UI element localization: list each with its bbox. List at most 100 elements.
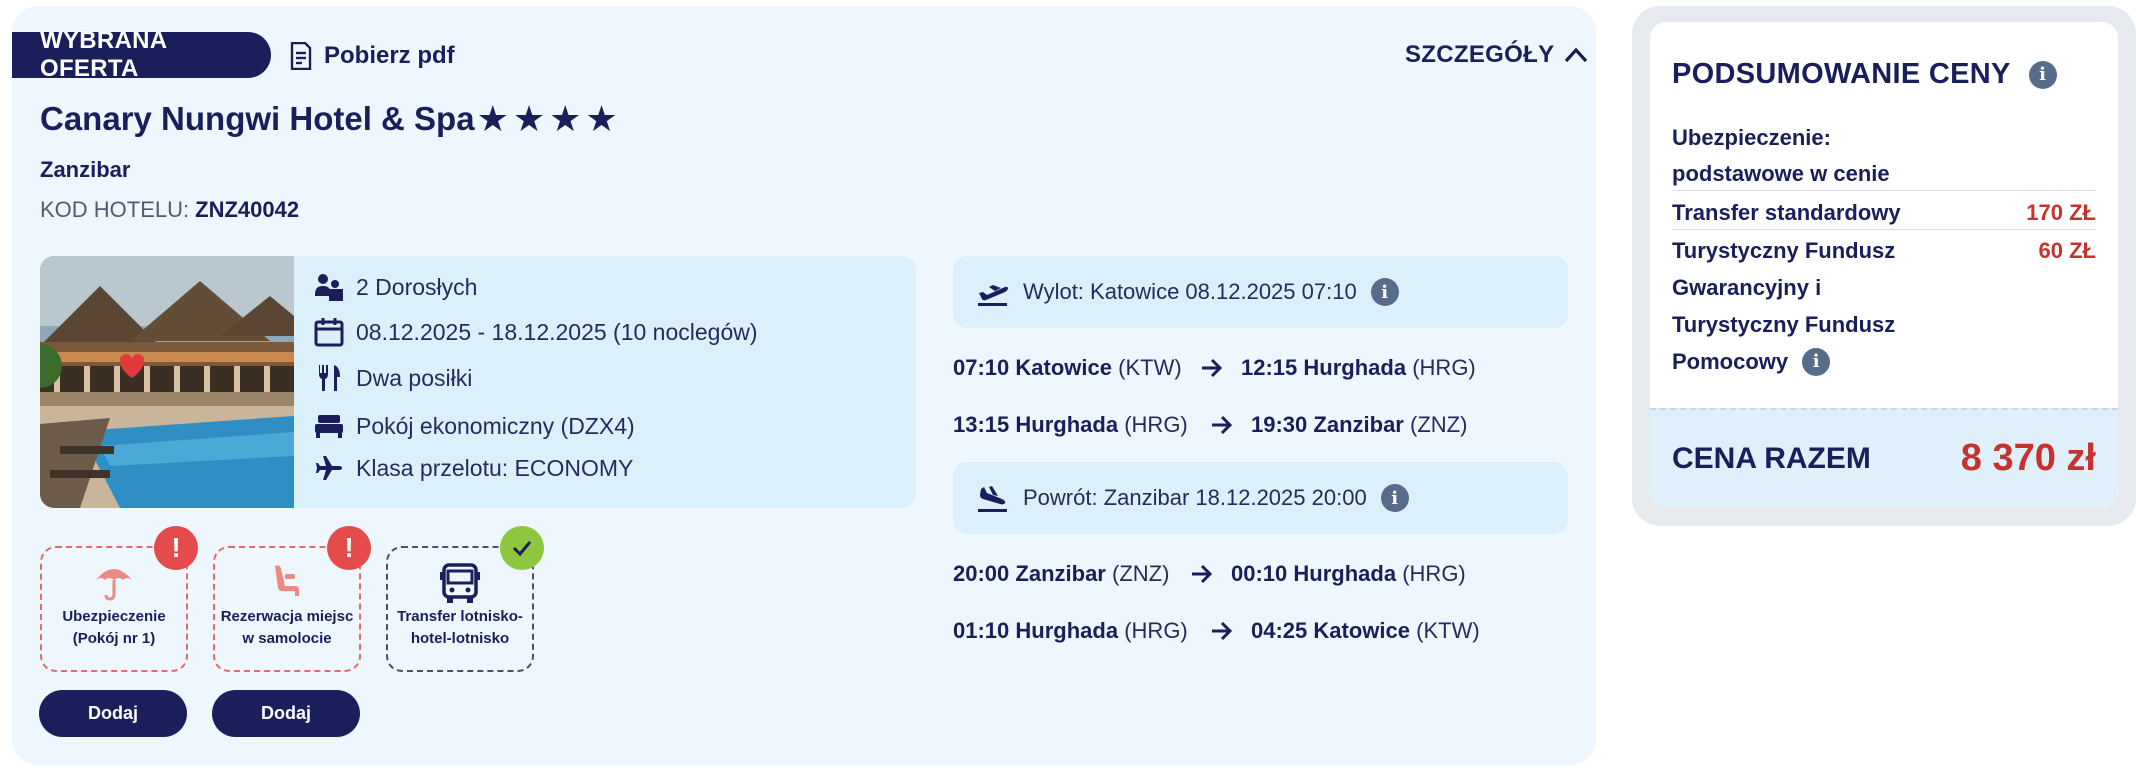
divider xyxy=(1672,190,2096,191)
insurance-line: podstawowe w cenie xyxy=(1672,156,2096,192)
segment-to-city: Hurghada xyxy=(1303,355,1407,380)
fund-price: 60 ZŁ xyxy=(2038,238,2096,263)
segment-from-city: Katowice xyxy=(1015,355,1112,380)
flight-segment: 01:10 Hurghada (HRG) 04:25 Katowice (KTW… xyxy=(953,614,1480,648)
hotel-photo-illustration xyxy=(40,256,294,508)
extra-seat-reservation[interactable]: ! Rezerwacja miejsc w samolocie xyxy=(213,526,371,672)
info-icon[interactable]: i xyxy=(2028,60,2057,89)
info-icon[interactable]: i xyxy=(1380,484,1409,512)
extra-label-line: Transfer lotnisko- xyxy=(397,608,523,625)
umbrella-icon xyxy=(96,569,132,601)
flight-segment: 13:15 Hurghada (HRG) 19:30 Zanzibar (ZNZ… xyxy=(953,408,1467,442)
hotel-stars: ★ ★ ★ ★ xyxy=(477,101,622,137)
segment-to-time: 04:25 xyxy=(1251,618,1308,643)
total-price-row: CENA RAZEM 8 370 zł xyxy=(1650,408,2118,507)
star-icon: ★ xyxy=(512,98,546,139)
extra-label-line: w samolocie xyxy=(242,630,332,647)
hotel-photo[interactable] xyxy=(40,256,294,508)
download-pdf-label: Pobierz pdf xyxy=(324,42,455,69)
fund-label: Gwarancyjny i xyxy=(1672,275,1822,300)
return-header-text: Powrót: Zanzibar 18.12.2025 20:00 xyxy=(1023,485,1367,510)
fund-label: Pomocowy xyxy=(1672,349,1789,374)
info-icon[interactable]: i xyxy=(1370,278,1399,306)
hotel-name-text: Canary Nungwi Hotel & Spa xyxy=(40,100,475,137)
fund-label: Turystyczny Fundusz xyxy=(1672,238,1896,263)
travellers-text: 2 Dorosłych xyxy=(356,273,478,300)
insurance-value: podstawowe w cenie xyxy=(1672,161,1890,186)
segment-to-time: 12:15 xyxy=(1241,355,1298,380)
plane-landing-icon xyxy=(978,486,1007,512)
segment-from-code: (HRG) xyxy=(1124,618,1188,643)
people-icon xyxy=(314,272,344,302)
flight-segment: 07:10 Katowice (KTW) 12:15 Hurghada (HRG… xyxy=(953,351,1476,385)
segment-from-city: Hurghada xyxy=(1015,618,1119,643)
alert-badge: ! xyxy=(154,526,198,570)
bed-icon xyxy=(314,411,344,441)
plane-icon xyxy=(314,453,344,483)
segment-to-city: Zanzibar xyxy=(1313,412,1404,437)
segment-from-city: Zanzibar xyxy=(1015,561,1106,586)
segment-from-time: 01:10 xyxy=(953,618,1010,643)
check-badge xyxy=(500,526,544,570)
segment-to-code: (KTW) xyxy=(1416,618,1480,643)
transfer-price: 170 ZŁ xyxy=(2026,200,2096,225)
details-toggle[interactable]: SZCZEGÓŁY xyxy=(1405,37,1588,73)
departure-header: Wylot: Katowice 08.12.2025 07:10 i xyxy=(953,256,1568,328)
segment-to-code: (HRG) xyxy=(1402,561,1466,586)
check-icon xyxy=(512,541,532,557)
extra-label-line: (Pokój nr 1) xyxy=(72,630,156,647)
segment-to-time: 19:30 xyxy=(1251,412,1308,437)
segment-from-time: 13:15 xyxy=(953,412,1010,437)
arrow-right-icon xyxy=(1192,564,1213,584)
total-price: 8 370 zł xyxy=(1960,437,2096,479)
segment-to-time: 00:10 xyxy=(1231,561,1288,586)
flight-class-text: Klasa przelotu: ECONOMY xyxy=(356,454,634,481)
hotel-code-label: KOD HOTELU: xyxy=(40,197,190,222)
segment-to-city: Hurghada xyxy=(1293,561,1397,586)
alert-badge: ! xyxy=(327,526,371,570)
segment-to-code: (HRG) xyxy=(1412,355,1476,380)
fund-label: Turystyczny Fundusz xyxy=(1672,312,1896,337)
segment-from-time: 07:10 xyxy=(953,355,1010,380)
calendar-icon xyxy=(314,317,344,347)
plane-takeoff-icon xyxy=(978,285,1008,306)
star-icon: ★ xyxy=(476,98,509,139)
download-pdf-link[interactable]: Pobierz pdf xyxy=(290,38,455,74)
bus-icon xyxy=(440,563,480,603)
add-seat-button[interactable]: Dodaj xyxy=(212,690,360,737)
arrow-right-icon xyxy=(1202,358,1223,378)
dates-row: 08.12.2025 - 18.12.2025 (10 noclegów) xyxy=(314,313,758,351)
segment-from-code: (KTW) xyxy=(1118,355,1182,380)
departure-header-text: Wylot: Katowice 08.12.2025 07:10 xyxy=(1023,279,1357,304)
star-icon: ★ xyxy=(549,98,582,139)
room-text: Pokój ekonomiczny (DZX4) xyxy=(356,412,635,439)
segment-from-code: (HRG) xyxy=(1124,412,1188,437)
extra-transfer-label: Transfer lotnisko- hotel-lotnisko xyxy=(397,606,523,650)
destination: Zanzibar xyxy=(40,157,131,182)
extra-transfer[interactable]: Transfer lotnisko- hotel-lotnisko xyxy=(386,526,544,672)
fund-line: Gwarancyjny i xyxy=(1672,270,2096,306)
extra-label-line: hotel-lotnisko xyxy=(410,630,510,647)
dates-text: 08.12.2025 - 18.12.2025 (10 noclegów) xyxy=(356,318,758,345)
cutlery-icon xyxy=(314,363,344,393)
flight-class-row: Klasa przelotu: ECONOMY xyxy=(314,449,633,487)
info-icon[interactable]: i xyxy=(1802,348,1831,376)
star-icon: ★ xyxy=(585,98,618,139)
extra-seat-label: Rezerwacja miejsc w samolocie xyxy=(221,606,354,650)
fund-line: Pomocowy i xyxy=(1672,344,2096,380)
segment-from-city: Hurghada xyxy=(1015,412,1119,437)
segment-to-code: (ZNZ) xyxy=(1410,412,1468,437)
room-row: Pokój ekonomiczny (DZX4) xyxy=(314,407,635,445)
return-header: Powrót: Zanzibar 18.12.2025 20:00 i xyxy=(953,462,1568,534)
add-insurance-button[interactable]: Dodaj xyxy=(39,690,187,737)
selected-offer-badge: WYBRANA OFERTA xyxy=(12,27,271,82)
insurance-line: Ubezpieczenie: xyxy=(1672,120,2096,156)
extra-insurance[interactable]: ! Ubezpieczenie (Pokój nr 1) xyxy=(40,526,198,672)
insurance-label: Ubezpieczenie: xyxy=(1672,125,1831,150)
seat-icon xyxy=(275,565,299,596)
segment-from-code: (ZNZ) xyxy=(1112,561,1170,586)
price-summary-title-text: PODSUMOWANIE CENY xyxy=(1672,58,2011,90)
flight-segment: 20:00 Zanzibar (ZNZ) 00:10 Hurghada (HRG… xyxy=(953,557,1466,591)
price-summary-title: PODSUMOWANIE CENY i xyxy=(1672,58,2057,91)
extra-label-line: Ubezpieczenie xyxy=(62,608,166,625)
